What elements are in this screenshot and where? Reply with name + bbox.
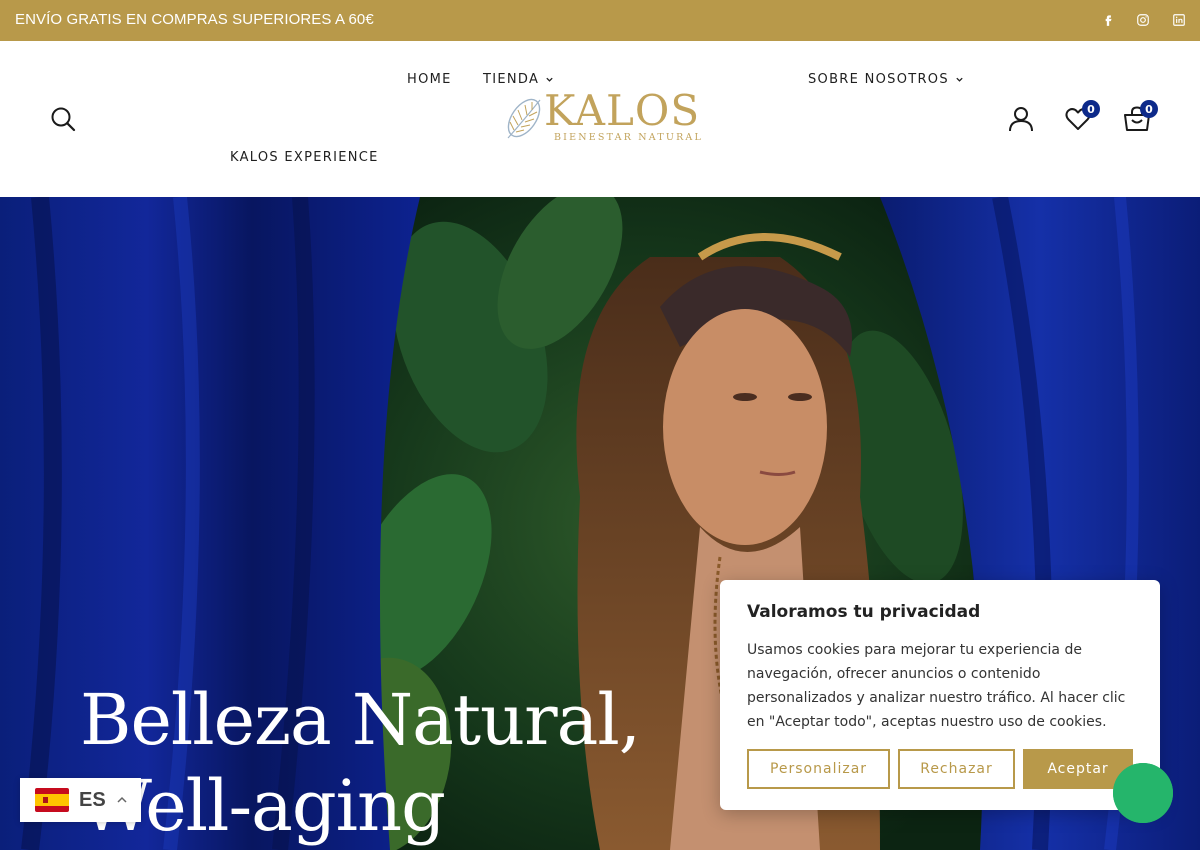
cookie-buttons: Personalizar Rechazar Aceptar [747, 749, 1133, 789]
announcement-bar: ENVÍO GRATIS EN COMPRAS SUPERIORES A 60€ [0, 0, 1200, 41]
wishlist-count-badge: 0 [1082, 100, 1100, 118]
chevron-up-icon [117, 796, 127, 803]
nav-tienda-label: TIENDA [483, 72, 540, 87]
account-icon[interactable] [1008, 106, 1034, 136]
language-code: ES [79, 788, 106, 811]
nav-kalos-experience[interactable]: KALOS EXPERIENCE [230, 150, 379, 165]
cookie-consent-banner: Valoramos tu privacidad Usamos cookies p… [720, 580, 1160, 810]
instagram-icon[interactable] [1135, 12, 1151, 28]
free-shipping-text: ENVÍO GRATIS EN COMPRAS SUPERIORES A 60€ [15, 11, 374, 28]
logo-wordmark: KALOS [544, 86, 701, 135]
nav-home[interactable]: HOME [407, 72, 452, 87]
leaf-logo-icon [507, 98, 541, 139]
nav-sobre-nosotros[interactable]: SOBRE NOSOTROS [808, 72, 964, 87]
language-switcher[interactable]: ES [20, 778, 141, 822]
nav-experience-label: KALOS EXPERIENCE [230, 150, 379, 165]
hero-title: Belleza Natural, Well-aging [80, 679, 641, 847]
logo-tagline: BIENESTAR NATURAL [554, 132, 703, 143]
nav-sobre-label: SOBRE NOSOTROS [808, 72, 949, 87]
spain-flag-icon [35, 788, 69, 812]
reject-button[interactable]: Rechazar [898, 749, 1015, 789]
cookie-title: Valoramos tu privacidad [747, 602, 981, 622]
kalos-logo[interactable]: KALOS BIENESTAR NATURAL [500, 90, 703, 146]
customize-button[interactable]: Personalizar [747, 749, 890, 789]
cookie-description: Usamos cookies para mejorar tu experienc… [747, 642, 1126, 730]
site-header: HOME TIENDA SOBRE NOSOTROS KALOS EXPERIE… [0, 41, 1200, 197]
chevron-down-icon [956, 77, 963, 82]
nav-tienda[interactable]: TIENDA [483, 72, 554, 87]
nav-home-label: HOME [407, 72, 452, 87]
chevron-down-icon [546, 77, 553, 82]
linkedin-icon[interactable] [1171, 12, 1187, 28]
search-icon[interactable] [50, 106, 76, 136]
facebook-icon[interactable] [1100, 12, 1116, 28]
whatsapp-chat-button[interactable] [1113, 763, 1173, 823]
cart-count-badge: 0 [1140, 100, 1158, 118]
whatsapp-icon [1113, 763, 1173, 823]
